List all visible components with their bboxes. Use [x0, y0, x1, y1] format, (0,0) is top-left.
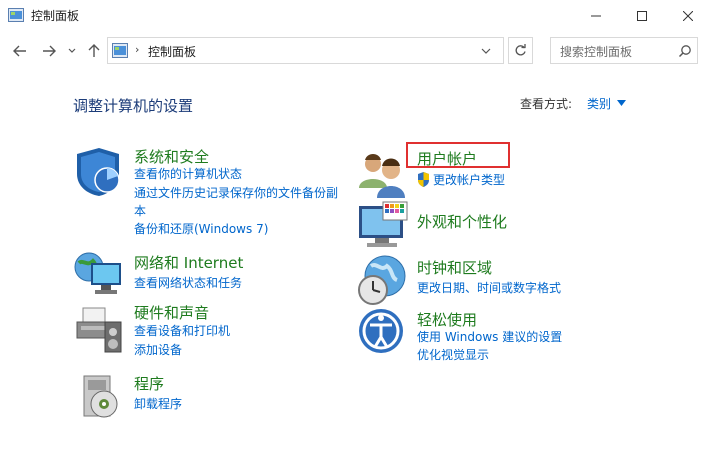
- breadcrumb-control-panel[interactable]: 控制面板: [148, 43, 196, 60]
- caret-down-icon[interactable]: [617, 100, 626, 106]
- minimize-icon: [591, 15, 601, 16]
- breadcrumb-separator[interactable]: ›: [135, 43, 139, 56]
- category-user-accounts[interactable]: 用户帐户: [417, 148, 477, 169]
- control-panel-icon: [8, 8, 24, 22]
- link-backup-restore[interactable]: 备份和还原(Windows 7): [134, 220, 268, 238]
- shield-icon[interactable]: [73, 146, 125, 198]
- close-button[interactable]: [665, 0, 711, 31]
- link-change-date-time[interactable]: 更改日期、时间或数字格式: [417, 279, 561, 297]
- uac-shield-icon: [418, 172, 429, 187]
- link-add-device[interactable]: 添加设备: [134, 341, 182, 359]
- maximize-icon: [637, 10, 647, 21]
- refresh-button[interactable]: [508, 37, 533, 64]
- back-button[interactable]: [12, 42, 28, 60]
- control-panel-icon: [112, 43, 128, 58]
- users-icon[interactable]: [357, 150, 409, 202]
- accessibility-icon[interactable]: [357, 307, 409, 359]
- link-devices-printers[interactable]: 查看设备和打印机: [134, 322, 230, 340]
- link-network-status[interactable]: 查看网络状态和任务: [134, 274, 242, 292]
- search-icon[interactable]: [678, 44, 692, 58]
- category-programs[interactable]: 程序: [134, 373, 164, 394]
- network-globe-icon[interactable]: [73, 249, 125, 301]
- arrow-right-icon: [43, 45, 56, 57]
- address-bar[interactable]: › 控制面板: [107, 37, 504, 64]
- forward-button[interactable]: [41, 42, 57, 60]
- category-system-security[interactable]: 系统和安全: [134, 146, 209, 167]
- category-clock-region[interactable]: 时钟和区域: [417, 257, 492, 278]
- view-by-label: 查看方式:: [520, 97, 573, 111]
- minimize-button[interactable]: [573, 0, 619, 31]
- maximize-button[interactable]: [619, 0, 665, 31]
- link-optimize-visual-display[interactable]: 优化视觉显示: [417, 346, 489, 364]
- title-bar: 控制面板: [0, 0, 711, 31]
- printer-icon[interactable]: [73, 302, 125, 354]
- link-view-computer-status[interactable]: 查看你的计算机状态: [134, 165, 242, 183]
- category-ease-of-access[interactable]: 轻松使用: [417, 309, 477, 330]
- close-icon: [683, 10, 693, 21]
- category-hardware-sound[interactable]: 硬件和声音: [134, 302, 209, 323]
- programs-icon[interactable]: [78, 372, 130, 424]
- link-file-history[interactable]: 通过文件历史记录保存你的文件备份副: [134, 184, 338, 202]
- link-change-account-type[interactable]: 更改帐户类型: [433, 171, 505, 189]
- arrow-left-icon: [13, 45, 26, 57]
- view-by-dropdown[interactable]: 类别: [587, 95, 611, 112]
- arrow-up-icon: [88, 44, 100, 57]
- window-title: 控制面板: [31, 9, 80, 23]
- refresh-icon: [515, 44, 526, 56]
- up-button[interactable]: [87, 42, 101, 60]
- link-file-history-cont[interactable]: 本: [134, 202, 146, 220]
- appearance-monitor-icon[interactable]: [357, 198, 409, 250]
- recent-locations-button[interactable]: [67, 42, 77, 60]
- page-heading: 调整计算机的设置: [73, 97, 194, 115]
- chevron-down-icon[interactable]: [479, 45, 493, 57]
- search-box[interactable]: 搜索控制面板: [550, 37, 698, 64]
- category-appearance-personalization[interactable]: 外观和个性化: [417, 211, 507, 232]
- category-network-internet[interactable]: 网络和 Internet: [134, 252, 243, 273]
- search-placeholder[interactable]: 搜索控制面板: [560, 43, 632, 60]
- link-recommended-settings[interactable]: 使用 Windows 建议的设置: [417, 328, 562, 346]
- clock-globe-icon[interactable]: [357, 254, 409, 306]
- link-uninstall-program[interactable]: 卸载程序: [134, 395, 182, 413]
- chevron-down-icon: [68, 48, 76, 53]
